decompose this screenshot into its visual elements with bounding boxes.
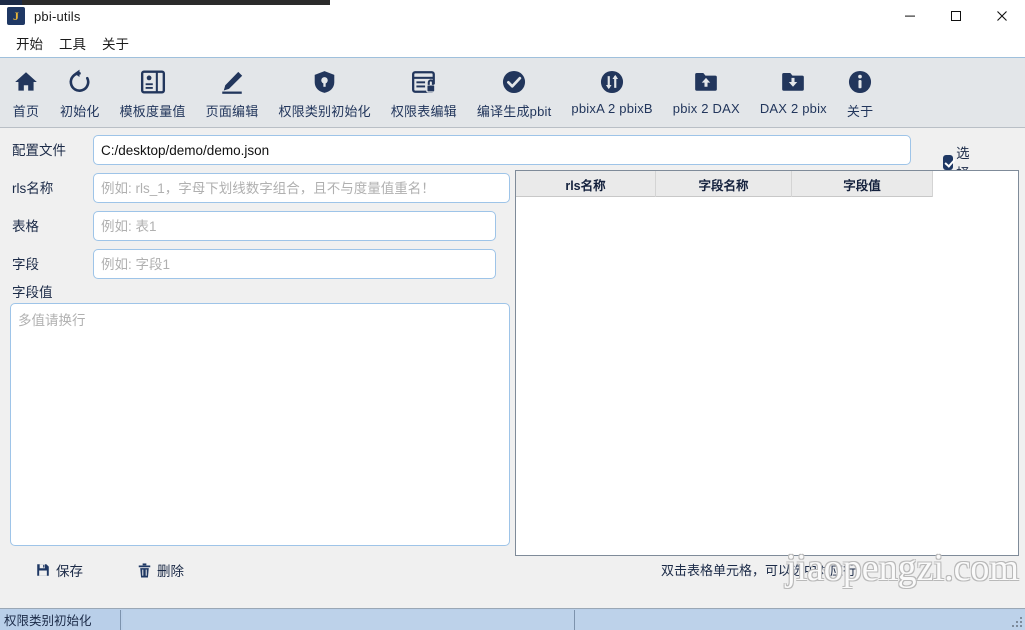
top-edge-artifact-accent [0,0,22,5]
menu-start[interactable]: 开始 [8,32,51,58]
toolbar-rls-table-edit-label: 权限表编辑 [390,104,457,119]
toolbar-pbix-2-dax[interactable]: pbix 2 DAX [663,58,750,128]
field-value-row: 字段值 [12,281,53,301]
toolbar-home[interactable]: 首页 [2,58,50,128]
template-measure-icon [140,65,166,99]
app-icon: J [7,7,25,25]
toolbar-pbixa-2-pbixb[interactable]: pbixA 2 pbixB [561,58,662,128]
field-name-row: 字段 [12,253,39,273]
table-header-filler [933,171,1018,197]
toolbar-template-measure-label: 模板度量值 [119,104,186,119]
status-progress-bar [123,609,1025,630]
resize-gripper[interactable] [1011,616,1023,628]
home-icon [12,65,40,99]
toolbar-dax-2-pbix-label: DAX 2 pbix [759,101,827,116]
main-content: 配置文件 选择 rls名称 表格 字段 [0,128,1025,608]
refresh-icon [66,65,93,99]
toolbar-page-edit-label: 页面编辑 [205,104,259,119]
table-body[interactable] [516,197,1018,555]
toolbar-compile-pbit[interactable]: 编译生成pbit [467,58,562,128]
table-hint-text: 双击表格单元格，可以选中对应行。 [660,563,869,578]
toolbar-about-label: 关于 [846,104,874,119]
toolbar-rls-table-edit[interactable]: 权限表编辑 [381,58,467,128]
rls-name-input[interactable] [93,173,510,203]
config-file-label: 配置文件 [12,143,66,158]
toolbar-template-measure[interactable]: 模板度量值 [110,58,196,128]
menu-bar: 开始 工具 关于 [0,32,1025,58]
application-window: J pbi-utils 开始 工具 关于 首页 初始化 模板度量值 页面编辑 权… [0,0,1025,630]
table-lock-icon [411,65,437,99]
toolbar-compile-pbit-label: 编译生成pbit [476,104,552,119]
form-pane: 配置文件 选择 rls名称 表格 字段 [0,128,970,608]
toolbar-init-label: 初始化 [60,104,100,119]
toolbar-home-label: 首页 [12,104,40,119]
top-edge-artifact [0,0,330,5]
menu-tools[interactable]: 工具 [51,32,94,58]
table-pane: rls名称 字段名称 字段值 双击表格单元格，可以选中对应行。 [512,128,1025,608]
rls-name-label: rls名称 [12,181,54,196]
toolbar: 首页 初始化 模板度量值 页面编辑 权限类别初始化 权限表编辑 编译生成pbit… [0,58,1025,128]
window-title: pbi-utils [34,8,81,24]
rls-name-row: rls名称 [12,177,53,197]
table-name-label: 表格 [12,219,39,234]
maximize-icon[interactable] [933,0,979,32]
minimize-icon[interactable] [887,0,933,32]
delete-button[interactable]: 删除 [138,560,184,580]
status-text: 权限类别初始化 [4,614,92,628]
field-value-textarea[interactable] [10,303,510,546]
save-button[interactable]: 保存 [36,560,83,580]
table-header-field-name[interactable]: 字段名称 [656,171,792,197]
delete-button-label: 删除 [157,564,184,579]
toolbar-page-edit[interactable]: 页面编辑 [196,58,269,128]
table-header-field-value[interactable]: 字段值 [792,171,933,197]
toolbar-pbixa-2-pbixb-label: pbixA 2 pbixB [571,101,653,116]
folder-up-icon [693,65,719,99]
info-circle-icon [847,65,873,99]
save-button-label: 保存 [56,564,83,579]
rls-table[interactable]: rls名称 字段名称 字段值 [515,170,1019,556]
table-header-rls-name[interactable]: rls名称 [516,171,656,197]
toolbar-rls-category-init[interactable]: 权限类别初始化 [268,58,380,128]
check-circle-icon [501,65,527,99]
swap-circle-icon [599,65,625,99]
shield-icon [312,65,337,99]
status-bar: 权限类别初始化 [0,608,1025,630]
trash-icon [138,562,151,578]
toolbar-pbix-2-dax-label: pbix 2 DAX [672,101,740,116]
toolbar-dax-2-pbix[interactable]: DAX 2 pbix [750,58,837,128]
save-icon [37,564,49,576]
config-file-row: 配置文件 [12,139,66,159]
status-divider [120,609,121,630]
table-header-row: rls名称 字段名称 字段值 [516,171,1018,197]
window-controls [887,0,1025,32]
table-name-input[interactable] [93,211,496,241]
menu-about[interactable]: 关于 [94,32,137,58]
field-name-input[interactable] [93,249,496,279]
close-icon[interactable] [979,0,1025,32]
toolbar-about[interactable]: 关于 [837,58,883,128]
toolbar-rls-category-init-label: 权限类别初始化 [278,104,371,119]
folder-down-icon [780,65,806,99]
pencil-icon [219,65,245,99]
toolbar-init[interactable]: 初始化 [50,58,110,128]
table-name-row: 表格 [12,215,39,235]
field-value-label: 字段值 [12,285,53,300]
field-name-label: 字段 [12,257,39,272]
